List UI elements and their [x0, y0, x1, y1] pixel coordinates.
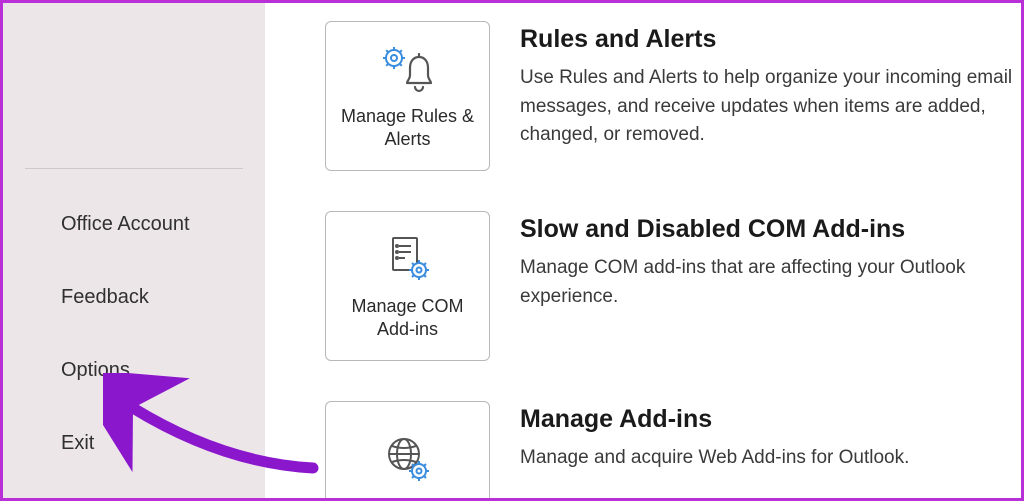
option-text: Manage Add-ins Manage and acquire Web Ad…	[520, 401, 909, 473]
option-description: Use Rules and Alerts to help organize yo…	[520, 64, 1021, 150]
option-description: Manage COM add-ins that are affecting yo…	[520, 254, 1021, 311]
sidebar-item-feedback[interactable]: Feedback	[3, 272, 265, 323]
option-description: Manage and acquire Web Add-ins for Outlo…	[520, 444, 909, 473]
option-title: Manage Add-ins	[520, 405, 909, 434]
option-title: Slow and Disabled COM Add-ins	[520, 215, 1021, 244]
card-label: Manage Add-ins	[342, 496, 472, 498]
sidebar-item-office-account[interactable]: Office Account	[3, 199, 265, 250]
sidebar-item-label: Options	[61, 359, 130, 381]
manage-com-addins-button[interactable]: Manage COM Add-ins	[325, 211, 490, 361]
option-title: Rules and Alerts	[520, 25, 1021, 54]
option-row: Manage COM Add-ins Slow and Disabled COM…	[325, 211, 1021, 361]
card-label: Manage COM Add-ins	[334, 295, 481, 342]
sidebar-item-label: Exit	[61, 432, 94, 454]
option-text: Rules and Alerts Use Rules and Alerts to…	[520, 21, 1021, 150]
sidebar: Office Account Feedback Options Exit	[3, 3, 265, 498]
com-addins-icon	[383, 231, 433, 287]
sidebar-item-label: Feedback	[61, 286, 149, 308]
sidebar-item-exit[interactable]: Exit	[3, 418, 265, 469]
app-container: Office Account Feedback Options Exit	[3, 3, 1021, 498]
option-row: Manage Rules & Alerts Rules and Alerts U…	[325, 21, 1021, 171]
sidebar-item-label: Office Account	[61, 213, 190, 235]
web-addins-icon	[383, 432, 433, 488]
manage-addins-button[interactable]: Manage Add-ins	[325, 401, 490, 498]
rules-alerts-icon	[377, 41, 439, 97]
main-content: Manage Rules & Alerts Rules and Alerts U…	[265, 3, 1021, 498]
sidebar-divider	[25, 168, 243, 169]
option-text: Slow and Disabled COM Add-ins Manage COM…	[520, 211, 1021, 311]
card-label: Manage Rules & Alerts	[334, 105, 481, 152]
option-row: Manage Add-ins Manage Add-ins Manage and…	[325, 401, 1021, 498]
manage-rules-alerts-button[interactable]: Manage Rules & Alerts	[325, 21, 490, 171]
sidebar-item-options[interactable]: Options	[3, 345, 265, 396]
